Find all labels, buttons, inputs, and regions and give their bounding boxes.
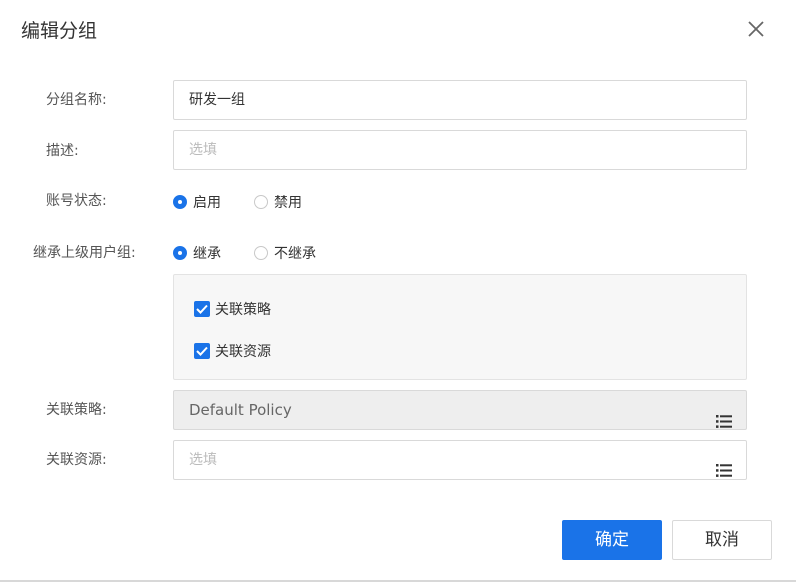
- checkbox-checked-icon: [194, 343, 210, 359]
- radio-unchecked-icon: [254, 246, 268, 260]
- list-icon[interactable]: [716, 404, 732, 428]
- close-icon[interactable]: [744, 17, 768, 41]
- confirm-button[interactable]: 确定: [562, 520, 662, 560]
- inherit-options-panel: 关联策略 关联资源: [173, 274, 747, 380]
- checkbox-linked-policy-label: 关联策略: [215, 302, 271, 318]
- dialog-title: 编辑分组: [21, 20, 98, 42]
- checkbox-checked-icon: [194, 301, 210, 317]
- radio-enable[interactable]: 启用: [173, 192, 221, 212]
- radio-inherit[interactable]: 继承: [173, 243, 221, 263]
- edit-group-dialog: 编辑分组 分组名称: 研发一组 描述: 选填 账号状态: 启用 禁用 继承上级用…: [0, 0, 796, 582]
- linked-resource-label: 关联资源:: [46, 452, 107, 468]
- description-label: 描述:: [46, 143, 79, 159]
- inherit-parent-label: 继承上级用户组:: [33, 245, 136, 261]
- linked-policy-input[interactable]: Default Policy: [173, 390, 747, 430]
- description-input[interactable]: 选填: [173, 130, 747, 170]
- radio-inherit-label: 继承: [193, 246, 221, 262]
- radio-checked-icon: [173, 246, 187, 260]
- radio-no-inherit[interactable]: 不继承: [254, 243, 316, 263]
- radio-no-inherit-label: 不继承: [274, 246, 316, 262]
- linked-resource-input[interactable]: 选填: [173, 440, 747, 480]
- radio-checked-icon: [173, 195, 187, 209]
- radio-enable-label: 启用: [193, 195, 221, 211]
- radio-disable-label: 禁用: [274, 195, 302, 211]
- group-name-input[interactable]: 研发一组: [173, 80, 747, 120]
- inherit-radio-group: 继承 不继承: [173, 243, 349, 263]
- group-name-value: 研发一组: [189, 92, 245, 108]
- linked-policy-label: 关联策略:: [46, 402, 107, 418]
- radio-disable[interactable]: 禁用: [254, 192, 302, 212]
- group-name-label: 分组名称:: [46, 92, 107, 108]
- radio-unchecked-icon: [254, 195, 268, 209]
- cancel-button[interactable]: 取消: [672, 520, 772, 560]
- list-icon[interactable]: [716, 454, 732, 477]
- linked-resource-placeholder: 选填: [189, 452, 217, 468]
- linked-policy-value: Default Policy: [189, 401, 292, 419]
- description-placeholder: 选填: [189, 142, 217, 158]
- account-status-label: 账号状态:: [46, 193, 107, 209]
- checkbox-linked-policy[interactable]: 关联策略: [194, 299, 271, 319]
- account-status-radio-group: 启用 禁用: [173, 192, 335, 212]
- checkbox-linked-resource-label: 关联资源: [215, 344, 271, 360]
- checkbox-linked-resource[interactable]: 关联资源: [194, 341, 271, 361]
